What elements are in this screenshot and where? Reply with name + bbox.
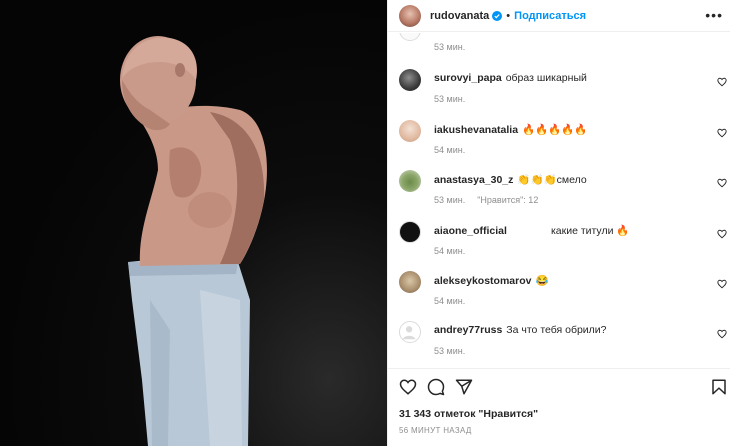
comment-username[interactable]: anastasya_30_z [434, 174, 513, 186]
separator-dot: • [506, 9, 511, 22]
comment-text: iakushevanatalia 🔥🔥🔥🔥🔥 [434, 123, 587, 136]
comment-meta: 54 мин. [434, 296, 465, 306]
comment-username[interactable]: aiaone_official [434, 225, 507, 237]
comment-like-icon[interactable] [717, 279, 727, 289]
comment-avatar[interactable] [399, 321, 421, 343]
author-username[interactable]: rudovanata [430, 10, 489, 22]
comment-username[interactable]: surovyi_papa [434, 72, 502, 84]
comment-avatar[interactable] [399, 221, 421, 243]
comment-text: alekseykostomarov 😂 [434, 274, 549, 287]
bookmark-icon[interactable] [710, 378, 728, 396]
comment-item: aiaone_official какие титули 🔥 54 мин. [388, 221, 730, 271]
comments-list[interactable]: 53 мин. surovyi_papa образ шикарный 53 ми… [388, 33, 730, 367]
comment-time: 54 мин. [434, 246, 466, 256]
comment-time: 53 мин. [434, 346, 466, 356]
likes-count[interactable]: 31 343 отметок "Нравится" [399, 408, 538, 420]
post-header: rudovanata • Подписаться ••• [388, 0, 730, 32]
comment-item: alekseykostomarov 😂 54 мин. [388, 271, 730, 321]
heart-icon[interactable] [399, 378, 417, 396]
comment-meta: 54 мин. [434, 145, 465, 155]
comment-meta: 53 мин. "Нравится": 12 [434, 195, 538, 205]
more-options-icon[interactable]: ••• [705, 8, 723, 22]
comment-time: 53 мин. [434, 42, 466, 52]
comment-body: 😂 [535, 275, 549, 287]
comment-like-icon[interactable] [717, 77, 727, 87]
comment-avatar[interactable] [399, 271, 421, 293]
comment-body: образ шикарный [505, 72, 587, 84]
comment-avatar[interactable] [399, 33, 421, 41]
comment-text: surovyi_papa образ шикарный [434, 72, 587, 84]
comment-avatar[interactable] [399, 69, 421, 91]
comment-time: 54 мин. [434, 145, 466, 155]
comment-username[interactable]: andrey77russ [434, 324, 502, 336]
comment-time: 54 мин. [434, 296, 466, 306]
comment-like-icon[interactable] [717, 128, 727, 138]
comment-body: 🔥🔥🔥🔥🔥 [522, 124, 588, 136]
post-photo [0, 0, 387, 446]
comment-item: andrey77russ За что тебя обрили? 53 мин. [388, 321, 730, 367]
comment-meta: 53 мин. [434, 346, 465, 356]
comment-like-icon[interactable] [717, 329, 727, 339]
comment-body: За что тебя обрили? [506, 324, 607, 336]
comment-text: aiaone_official какие титули 🔥 [434, 224, 629, 237]
author-avatar[interactable] [399, 4, 421, 27]
comment-avatar[interactable] [399, 120, 421, 142]
comment-item: iakushevanatalia 🔥🔥🔥🔥🔥 54 мин. [388, 120, 730, 170]
comment-text: andrey77russ За что тебя обрили? [434, 324, 607, 336]
follow-button[interactable]: Подписаться [514, 10, 586, 22]
default-avatar-icon [402, 326, 416, 340]
verified-badge-icon [492, 10, 503, 21]
comment-time: 53 мин. [434, 94, 466, 104]
comment-like-icon[interactable] [717, 178, 727, 188]
comment-like-icon[interactable] [717, 229, 727, 239]
comment-item: anastasya_30_z 👏👏👏смело 53 мин. "Нравится"… [388, 170, 730, 220]
post-actions: 31 343 отметок "Нравится" 56 МИНУТ НАЗАД [388, 368, 730, 446]
comment-likes-count[interactable]: "Нравится": 12 [477, 195, 538, 205]
comment-text: anastasya_30_z 👏👏👏смело [434, 173, 587, 186]
comment-username[interactable]: iakushevanatalia [434, 124, 518, 136]
comment-meta: 53 мин. [434, 94, 465, 104]
comment-body: 👏👏👏смело [517, 174, 587, 186]
post-panel: rudovanata • Подписаться ••• 53 мин. sur… [387, 0, 730, 446]
comment-meta: 54 мин. [434, 246, 465, 256]
comment-time: 53 мин. [434, 195, 466, 205]
post-time[interactable]: 56 МИНУТ НАЗАД [399, 426, 472, 435]
comment-icon[interactable] [427, 378, 445, 396]
comment-item: surovyi_papa образ шикарный 53 мин. [388, 69, 730, 119]
comment-username[interactable]: alekseykostomarov [434, 275, 531, 287]
comment-body: какие титули 🔥 [550, 225, 630, 237]
share-icon[interactable] [455, 378, 473, 396]
comment-avatar[interactable] [399, 170, 421, 192]
